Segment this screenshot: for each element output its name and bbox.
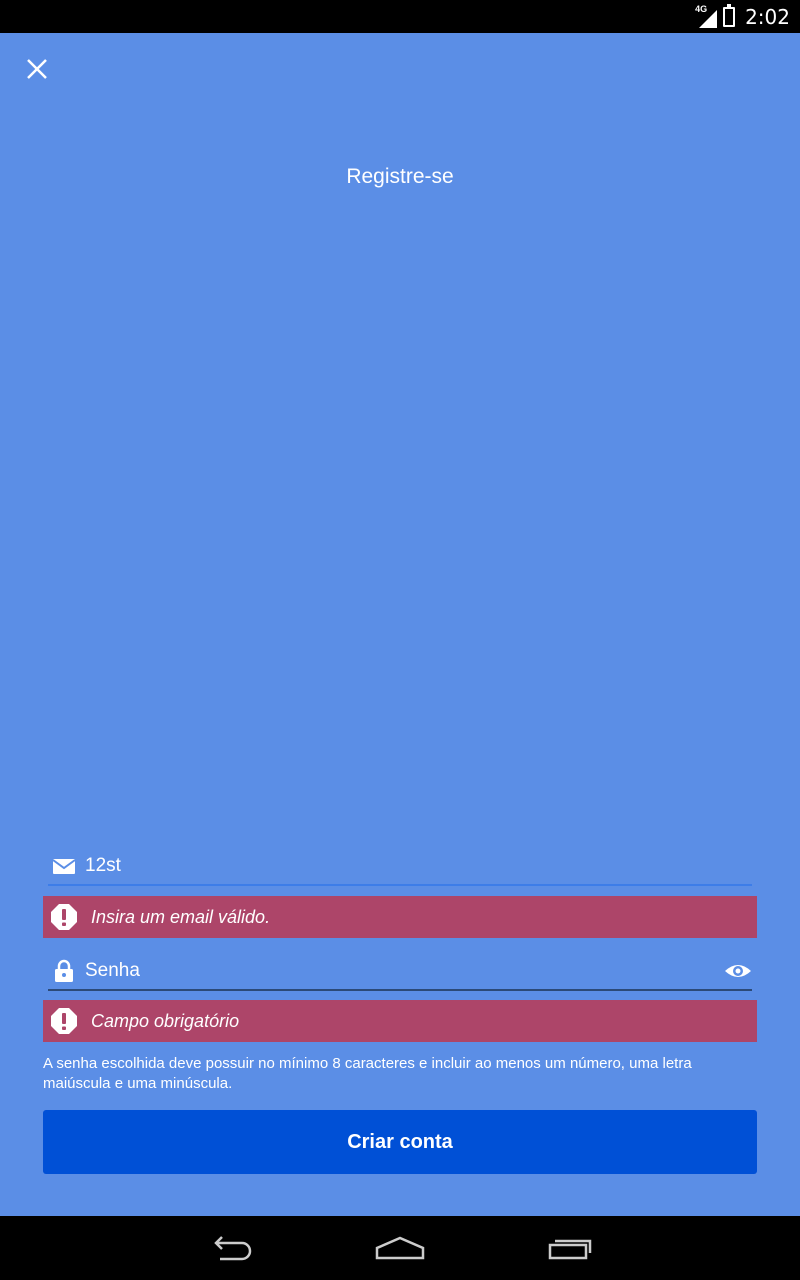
error-icon xyxy=(51,904,77,930)
recent-apps-icon xyxy=(548,1239,592,1260)
close-button[interactable] xyxy=(22,54,52,84)
recent-apps-button[interactable] xyxy=(540,1228,600,1268)
password-field[interactable]: Senha xyxy=(48,951,752,991)
password-hint: A senha escolhida deve possuir no mínimo… xyxy=(43,1055,692,1092)
back-button[interactable] xyxy=(200,1228,260,1268)
home-icon xyxy=(375,1236,425,1260)
battery-icon xyxy=(723,4,736,27)
network-type: 4G xyxy=(695,4,708,14)
password-error: Campo obrigatório xyxy=(43,1000,757,1042)
create-account-button[interactable]: Criar conta xyxy=(43,1110,757,1174)
show-password-icon[interactable] xyxy=(724,959,752,983)
home-button[interactable] xyxy=(370,1228,430,1268)
clock: 2:02 xyxy=(745,5,790,29)
email-error-text: Insira um email válido. xyxy=(91,906,271,927)
email-field[interactable]: 12st xyxy=(48,846,752,886)
email-error: Insira um email válido. xyxy=(43,896,757,938)
page-title: Registre-se xyxy=(346,165,454,188)
password-error-text: Campo obrigatório xyxy=(91,1010,240,1031)
password-input[interactable]: Senha xyxy=(85,960,140,982)
close-icon xyxy=(27,59,47,79)
register-screen: Registre-se 12st Insira um email válido.… xyxy=(0,33,800,1216)
error-icon xyxy=(51,1008,77,1034)
email-input[interactable]: 12st xyxy=(85,855,121,877)
lock-icon xyxy=(55,959,73,982)
mail-icon xyxy=(52,859,76,874)
status-bar: 4G 2:02 xyxy=(0,0,800,33)
status-icons: 4G 2:02 xyxy=(695,4,790,29)
navigation-bar xyxy=(0,1216,800,1280)
signal-icon: 4G xyxy=(695,4,718,28)
back-icon xyxy=(214,1236,252,1261)
